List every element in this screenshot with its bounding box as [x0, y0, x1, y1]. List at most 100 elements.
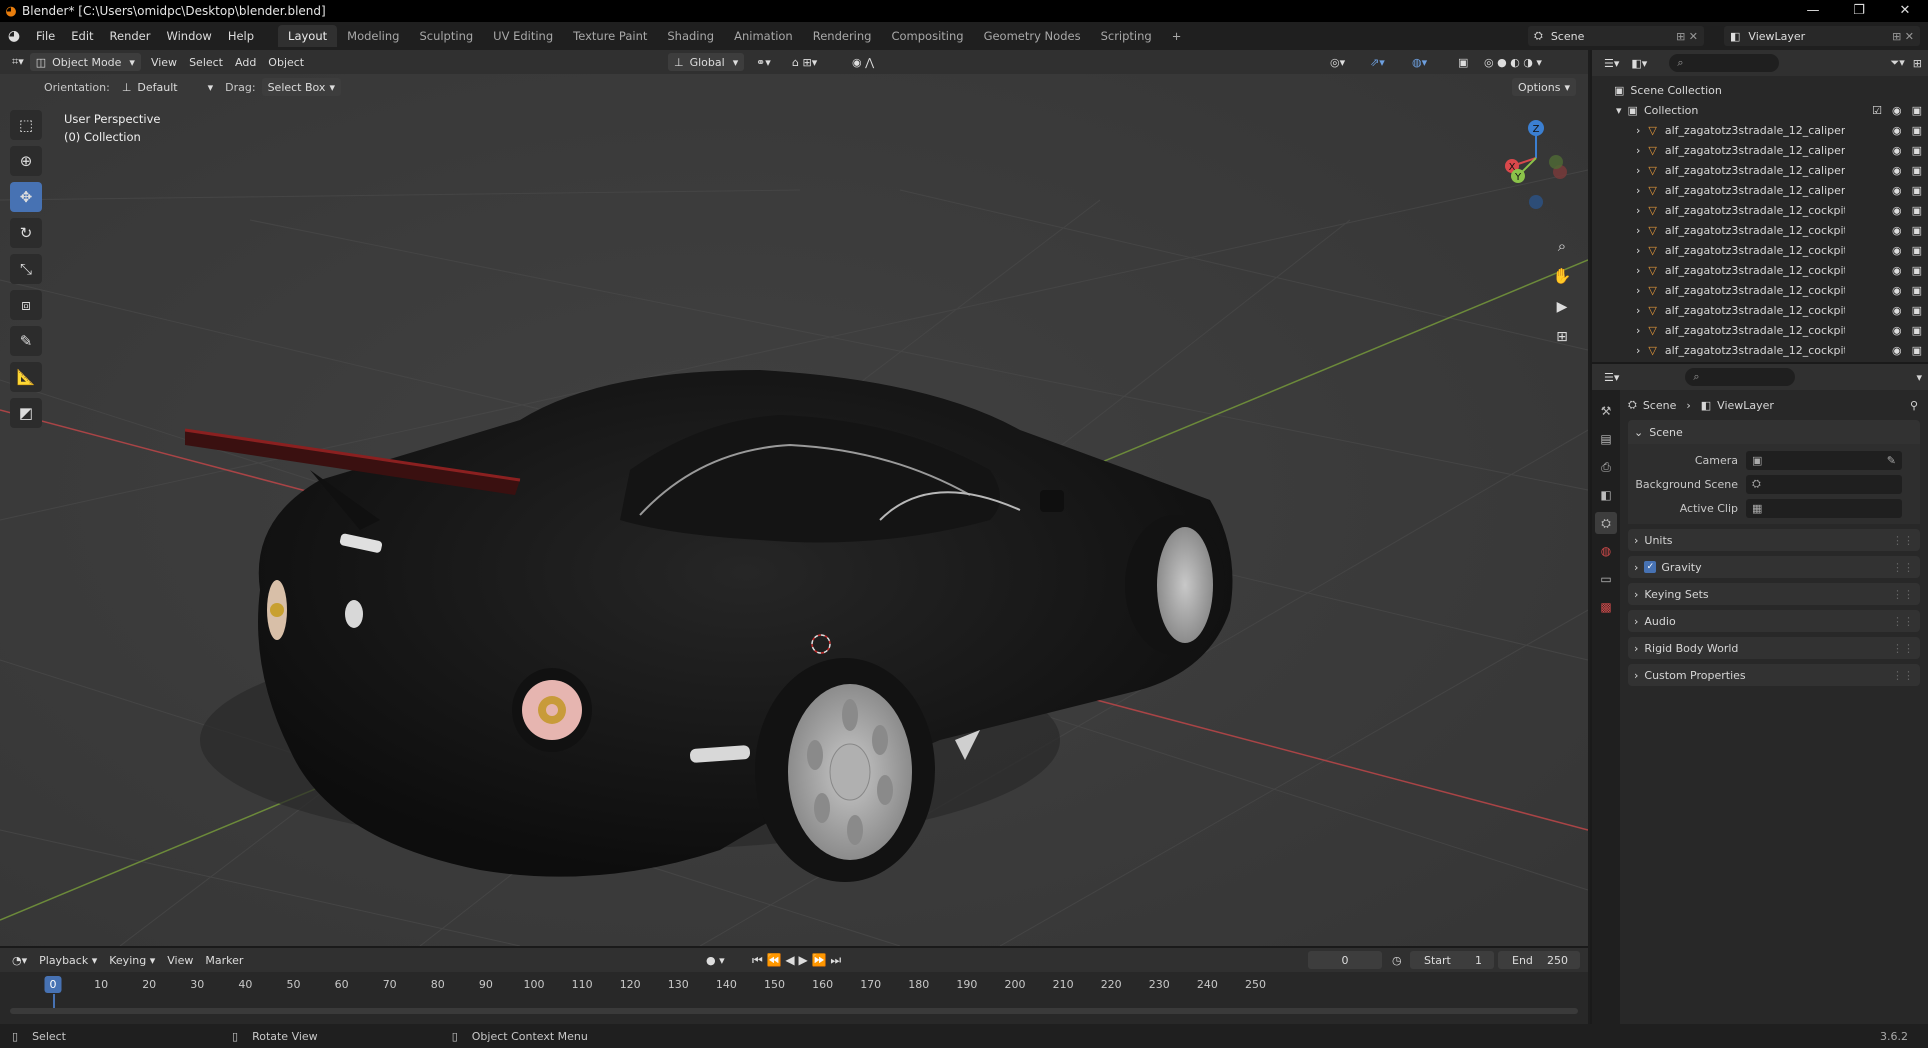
- tab-uv-editing[interactable]: UV Editing: [483, 25, 563, 47]
- pan-hand-icon[interactable]: ✋: [1553, 267, 1572, 285]
- proportional-editing-icon[interactable]: ◉ ⋀: [846, 53, 880, 71]
- expand-arrow-icon[interactable]: ›: [1636, 124, 1640, 137]
- outliner-object-row[interactable]: › ▽ alf_zagatotz3stradale_12_cockpit_fi ◉ ▣: [1592, 240, 1928, 260]
- expand-arrow-icon[interactable]: ›: [1636, 304, 1640, 317]
- eye-icon[interactable]: ◉: [1892, 144, 1902, 157]
- camera-view-icon[interactable]: ▶: [1557, 299, 1568, 315]
- tab-animation[interactable]: Animation: [724, 25, 803, 47]
- eye-icon[interactable]: ◉: [1892, 284, 1902, 297]
- playback-menu[interactable]: Playback ▾: [33, 951, 103, 969]
- playback-controls[interactable]: ⏮ ⏪ ◀ ▶ ⏩ ⏭: [746, 951, 847, 969]
- camera-icon[interactable]: ▣: [1912, 324, 1922, 337]
- eye-icon[interactable]: ◉: [1892, 164, 1902, 177]
- mode-dropdown[interactable]: ◫ Object Mode ▾: [29, 53, 141, 71]
- expand-arrow-icon[interactable]: ›: [1636, 284, 1640, 297]
- section-keying-sets[interactable]: › Keying Sets ⋮⋮: [1628, 583, 1920, 605]
- new-collection-icon[interactable]: ⊞: [1913, 57, 1922, 70]
- camera-icon[interactable]: ▣: [1912, 284, 1922, 297]
- auto-keying-icon[interactable]: ● ▾: [700, 951, 731, 969]
- start-frame-field[interactable]: Start 1: [1410, 951, 1494, 969]
- camera-field[interactable]: ▣ ✎: [1746, 450, 1902, 470]
- jump-start-icon[interactable]: ⏮: [752, 953, 763, 968]
- checkbox-icon[interactable]: ☑: [1872, 104, 1882, 117]
- display-mode-icon[interactable]: ◧▾: [1625, 54, 1653, 72]
- menu-add[interactable]: Add: [229, 53, 262, 71]
- move-tool-icon[interactable]: ✥: [10, 182, 42, 212]
- scene-tab-icon[interactable]: ⛭: [1595, 512, 1617, 534]
- eye-icon[interactable]: ◉: [1892, 204, 1902, 217]
- shading-modes-icon[interactable]: ◎ ● ◐ ◑ ▾: [1478, 53, 1548, 71]
- drag-handle-icon[interactable]: ⋮⋮: [1892, 669, 1914, 682]
- view-layer-tab-icon[interactable]: ◧: [1595, 484, 1617, 506]
- menu-select[interactable]: Select: [183, 53, 229, 71]
- orthographic-toggle-icon[interactable]: ⊞: [1556, 329, 1568, 345]
- editor-type-icon[interactable]: ◔▾: [6, 951, 33, 969]
- chevron-down-icon[interactable]: ▾: [1916, 371, 1922, 384]
- blender-menu-icon[interactable]: ◕: [0, 28, 28, 44]
- scene-section-header[interactable]: ⌄ Scene: [1628, 420, 1920, 444]
- drag-dropdown[interactable]: Select Box ▾: [261, 78, 341, 96]
- outliner-object-row[interactable]: › ▽ alf_zagatotz3stradale_12_caliperrr_ ◉ ▣: [1592, 180, 1928, 200]
- world-tab-icon[interactable]: ◍: [1595, 540, 1617, 562]
- texture-tab-icon[interactable]: ▩: [1595, 596, 1617, 618]
- pin-icon[interactable]: ⚲: [1910, 399, 1918, 412]
- orientation-dropdown[interactable]: ⊥ Default ▾: [116, 78, 219, 96]
- eye-icon[interactable]: ◉: [1892, 304, 1902, 317]
- expand-arrow-icon[interactable]: ›: [1636, 344, 1640, 357]
- gizmo-toggle-icon[interactable]: ⇗▾: [1364, 53, 1391, 71]
- pin-icon[interactable]: ⊞ ✕: [1676, 30, 1698, 43]
- eye-icon[interactable]: ◉: [1892, 224, 1902, 237]
- snap-icon[interactable]: ⌂ ⊞▾: [786, 53, 823, 71]
- 3d-viewport[interactable]: ⌗▾ ◫ Object Mode ▾ View Select Add Objec…: [0, 50, 1588, 946]
- timeline-view-menu[interactable]: View: [161, 951, 199, 969]
- tab-modeling[interactable]: Modeling: [337, 25, 409, 47]
- eye-icon[interactable]: ◉: [1892, 184, 1902, 197]
- current-frame-field[interactable]: 0: [1308, 951, 1382, 969]
- tab-geometry-nodes[interactable]: Geometry Nodes: [974, 25, 1091, 47]
- render-tab-icon[interactable]: ▤: [1595, 428, 1617, 450]
- active-clip-field[interactable]: ▦: [1746, 498, 1902, 518]
- eye-icon[interactable]: ◉: [1892, 344, 1902, 357]
- camera-icon[interactable]: ▣: [1912, 244, 1922, 257]
- camera-icon[interactable]: ▣: [1912, 264, 1922, 277]
- play-reverse-icon[interactable]: ◀: [785, 953, 794, 967]
- maximize-button[interactable]: ❐: [1836, 0, 1882, 22]
- timeline-ruler[interactable]: 0 10 20 30 40 50 60 70 80 90 100 110 120 130 140 150 160…: [0, 972, 1588, 1008]
- drag-handle-icon[interactable]: ⋮⋮: [1892, 642, 1914, 655]
- expand-arrow-icon[interactable]: ›: [1636, 164, 1640, 177]
- scene-collection-row[interactable]: ▣ Scene Collection: [1592, 80, 1928, 100]
- expand-arrow-icon[interactable]: ›: [1636, 144, 1640, 157]
- expand-arrow-icon[interactable]: ›: [1636, 224, 1640, 237]
- outliner-object-row[interactable]: › ▽ alf_zagatotz3stradale_12_cockpit_g ◉ ▣: [1592, 280, 1928, 300]
- scene-selector[interactable]: ⛭ Scene ⊞ ✕: [1528, 26, 1704, 46]
- transform-tool-icon[interactable]: ⧈: [10, 290, 42, 320]
- end-frame-field[interactable]: End 250: [1498, 951, 1580, 969]
- pivot-point-icon[interactable]: ⚭▾: [750, 53, 777, 71]
- menu-help[interactable]: Help: [220, 22, 262, 50]
- tab-scripting[interactable]: Scripting: [1091, 25, 1162, 47]
- xray-toggle-icon[interactable]: ▣: [1452, 53, 1474, 71]
- playhead-line[interactable]: [53, 994, 55, 1008]
- tab-rendering[interactable]: Rendering: [803, 25, 882, 47]
- camera-icon[interactable]: ▣: [1912, 344, 1922, 357]
- visibility-icon[interactable]: ◎▾: [1324, 53, 1351, 71]
- add-cube-tool-icon[interactable]: ◩: [10, 398, 42, 428]
- eye-icon[interactable]: ◉: [1892, 124, 1902, 137]
- camera-icon[interactable]: ▣: [1912, 124, 1922, 137]
- camera-icon[interactable]: ▣: [1912, 204, 1922, 217]
- drag-handle-icon[interactable]: ⋮⋮: [1892, 561, 1914, 574]
- rotate-tool-icon[interactable]: ↻: [10, 218, 42, 248]
- tab-compositing[interactable]: Compositing: [881, 25, 973, 47]
- menu-render[interactable]: Render: [102, 22, 159, 50]
- section-audio[interactable]: › Audio ⋮⋮: [1628, 610, 1920, 632]
- eye-icon[interactable]: ◉: [1892, 324, 1902, 337]
- keying-menu[interactable]: Keying ▾: [103, 951, 161, 969]
- tab-shading[interactable]: Shading: [657, 25, 724, 47]
- camera-icon[interactable]: ▣: [1912, 164, 1922, 177]
- expand-arrow-icon[interactable]: ›: [1636, 244, 1640, 257]
- outliner-search-input[interactable]: ⌕: [1669, 54, 1780, 72]
- cursor-tool-icon[interactable]: ⊕: [10, 146, 42, 176]
- menu-file[interactable]: File: [28, 22, 63, 50]
- editor-type-icon[interactable]: ☰▾: [1598, 54, 1625, 72]
- camera-icon[interactable]: ▣: [1912, 184, 1922, 197]
